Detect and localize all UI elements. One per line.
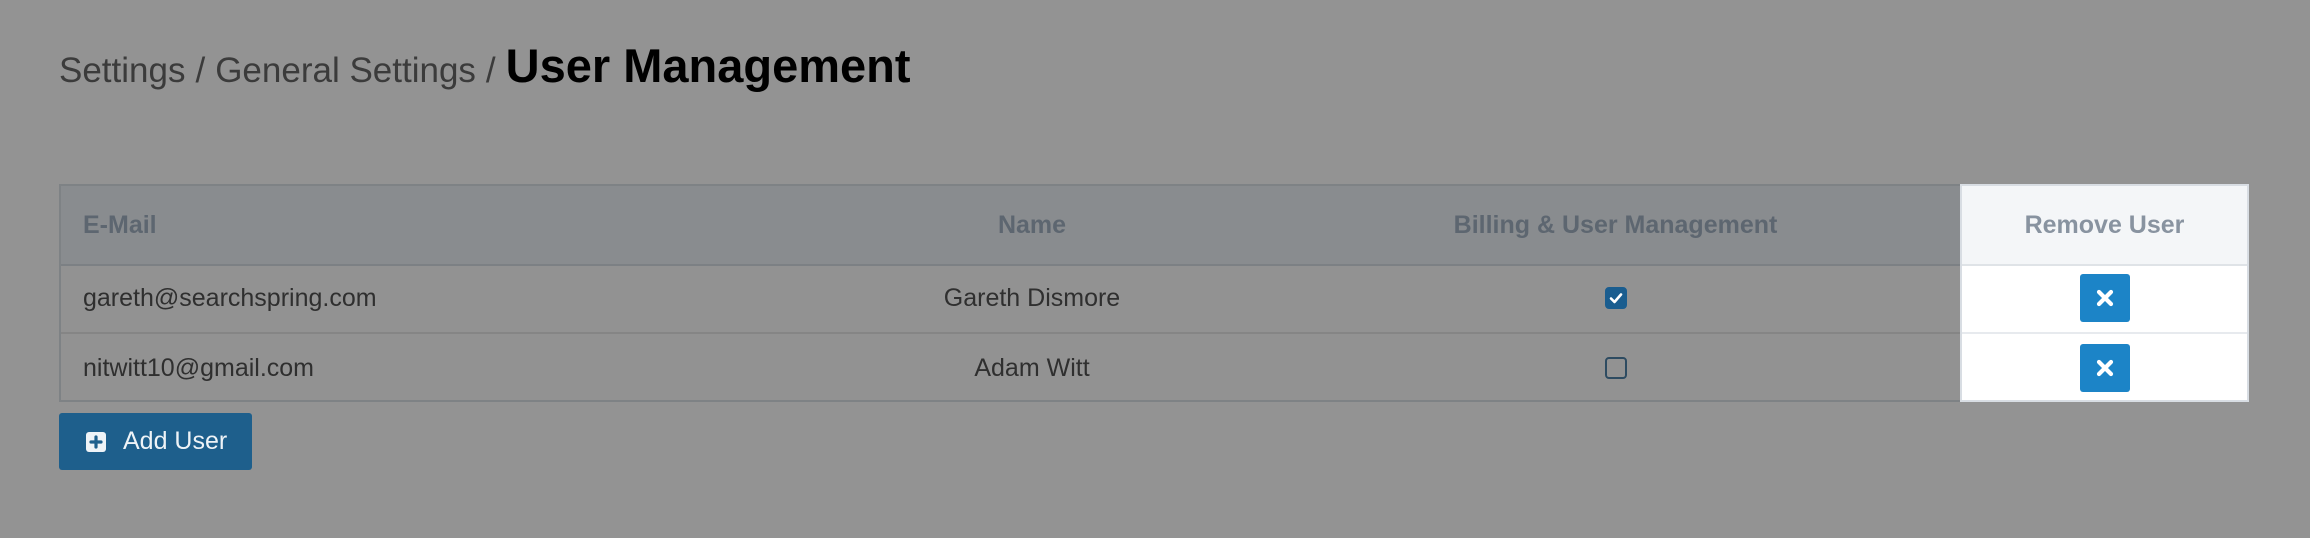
remove-user-button[interactable] bbox=[2079, 344, 2130, 392]
remove-cell bbox=[1962, 334, 2247, 402]
page-title: User Management bbox=[505, 39, 911, 92]
breadcrumb-settings[interactable]: Settings bbox=[59, 51, 185, 91]
breadcrumb: Settings / General Settings / User Manag… bbox=[59, 38, 911, 93]
plus-square-icon bbox=[86, 431, 106, 452]
users-table: E-Mail Name Billing & User Management ga… bbox=[59, 184, 2249, 402]
breadcrumb-separator: / bbox=[195, 51, 206, 90]
table-row: gareth@searchspring.com Gareth Dismore bbox=[61, 264, 2247, 334]
add-user-button[interactable]: Add User bbox=[59, 413, 252, 470]
close-icon bbox=[2096, 289, 2113, 307]
check-icon bbox=[1609, 293, 1622, 304]
add-user-label: Add User bbox=[123, 427, 228, 455]
close-icon bbox=[2096, 359, 2113, 377]
breadcrumb-separator: / bbox=[485, 51, 496, 90]
remove-cell bbox=[1962, 264, 2247, 334]
remove-user-column: Remove User bbox=[1960, 184, 2249, 402]
table-header: E-Mail Name Billing & User Management bbox=[61, 186, 2247, 266]
table-row: nitwitt10@gmail.com Adam Witt bbox=[61, 334, 2247, 402]
remove-user-button[interactable] bbox=[2079, 274, 2130, 322]
column-header-remove-user: Remove User bbox=[1962, 186, 2247, 266]
billing-checkbox[interactable] bbox=[1604, 287, 1627, 309]
billing-checkbox[interactable] bbox=[1604, 357, 1627, 379]
breadcrumb-general-settings[interactable]: General Settings bbox=[215, 51, 476, 91]
